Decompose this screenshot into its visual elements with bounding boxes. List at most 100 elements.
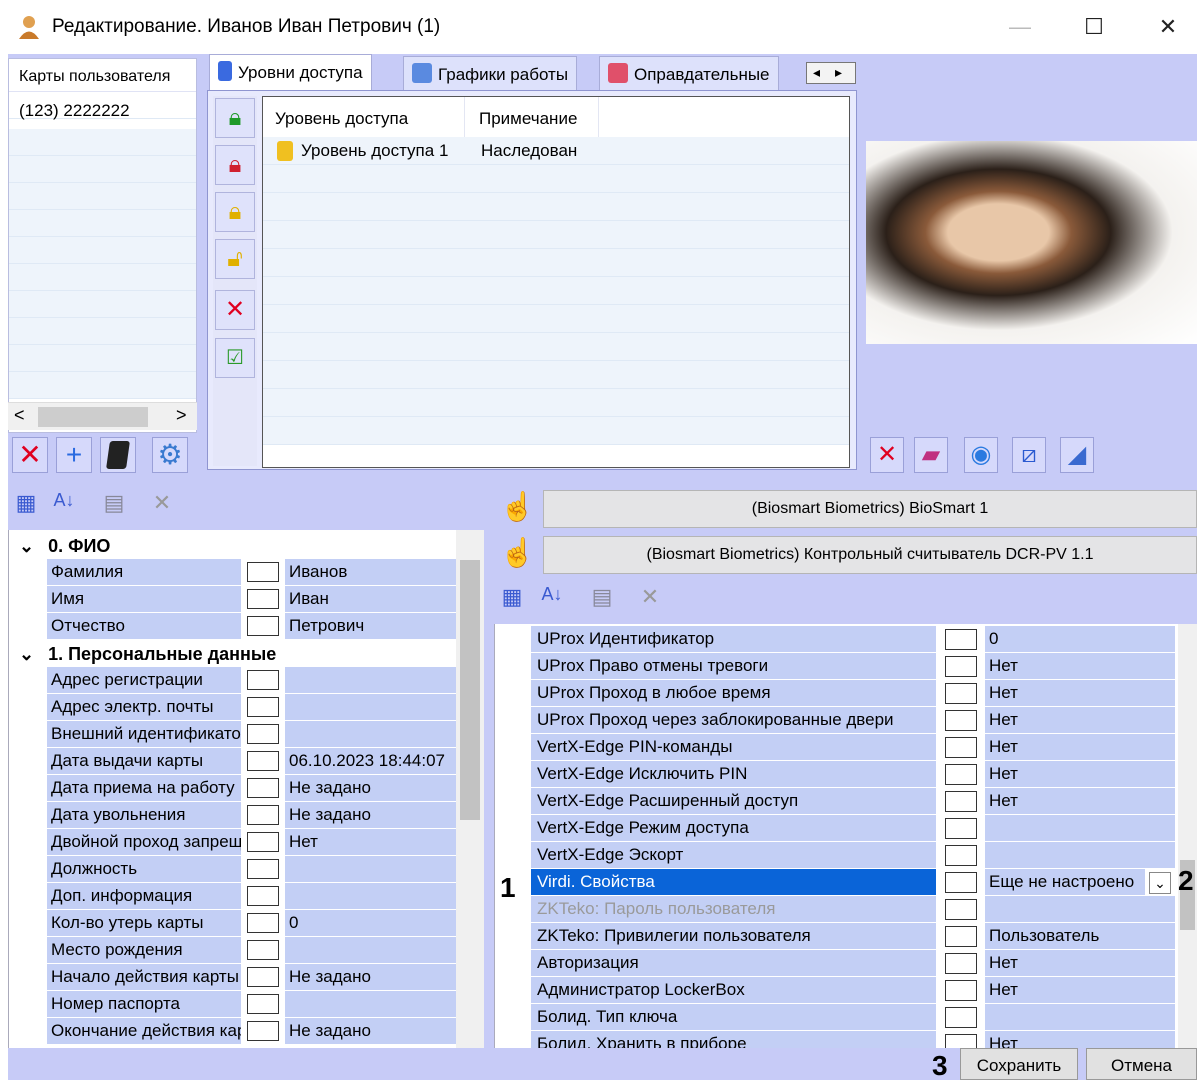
cards-horizontal-scrollbar[interactable]: < >	[8, 402, 197, 430]
grid-row[interactable]: VertX-Edge Расширенный доступ Нет	[495, 788, 1175, 815]
grid-row[interactable]: VertX-Edge Исключить PIN Нет	[495, 761, 1175, 788]
checkbox[interactable]	[247, 913, 279, 933]
grid-row[interactable]: Дата выдачи карты 06.10.2023 18:44:07	[9, 748, 465, 775]
grid-row[interactable]: Отчество Петрович	[9, 613, 465, 640]
column-header-level[interactable]: Уровень доступа	[275, 97, 465, 137]
maximize-button[interactable]: ☐	[1076, 10, 1112, 44]
grid-row[interactable]: ZKTeko: Пароль пользователя	[495, 896, 1175, 923]
grid-row[interactable]: UProx Право отмены тревоги Нет	[495, 653, 1175, 680]
grid-row[interactable]: Начало действия карты Не задано	[9, 964, 465, 991]
checkbox[interactable]	[247, 697, 279, 717]
lock-remove-icon[interactable]: 🔓︎	[215, 239, 255, 279]
checkbox[interactable]	[945, 710, 977, 731]
checklist-icon[interactable]: ☑	[215, 338, 255, 378]
grid-row[interactable]: Дата увольнения Не задано	[9, 802, 465, 829]
lock-green-icon[interactable]: 🔒︎	[215, 98, 255, 138]
grid-row[interactable]: Окончание действия картыНе задано	[9, 1018, 465, 1045]
categorized-view-icon[interactable]: ▦	[498, 584, 526, 616]
checkbox[interactable]	[945, 872, 977, 893]
right-grid-scrollbar[interactable]	[1178, 624, 1197, 1048]
scanner-icon[interactable]: ◢	[1060, 437, 1094, 473]
crop-icon[interactable]: ⧄	[1012, 437, 1046, 473]
clear-icon[interactable]: ✕	[636, 584, 664, 616]
checkbox[interactable]	[945, 1007, 977, 1028]
grid-row[interactable]: Адрес регистрации	[9, 667, 465, 694]
minimize-button[interactable]: —	[1002, 10, 1038, 44]
add-card-icon[interactable]: +	[56, 437, 92, 473]
device-dcr-button[interactable]: (Biosmart Biometrics) Контрольный считыв…	[543, 536, 1197, 574]
tab-access-levels[interactable]: Уровни доступа	[209, 54, 372, 92]
grid-row[interactable]: Фамилия Иванов	[9, 559, 465, 586]
grid-row[interactable]: VertX-Edge Эскорт	[495, 842, 1175, 869]
gear-icon[interactable]: ⚙	[152, 437, 188, 473]
grid-row[interactable]: Имя Иван	[9, 586, 465, 613]
grid-row[interactable]: UProx Идентификатор 0	[495, 626, 1175, 653]
checkbox[interactable]	[247, 886, 279, 906]
photo-card-icon[interactable]: ▰	[914, 437, 948, 473]
chevron-down-icon[interactable]: ⌄	[1149, 872, 1171, 894]
table-row[interactable]: Уровень доступа 1 Наследован	[263, 137, 849, 165]
sort-alpha-icon[interactable]: A↓	[50, 490, 78, 522]
grid-row[interactable]: Двойной проход запрещен Нет	[9, 829, 465, 856]
scroll-right-arrow[interactable]: >	[176, 405, 187, 426]
grid-row[interactable]: Внешний идентификатор	[9, 721, 465, 748]
category-fio[interactable]: ⌄ 0. ФИО	[9, 532, 465, 559]
grid-row[interactable]: Должность	[9, 856, 465, 883]
device-biosmart-button[interactable]: (Biosmart Biometrics) BioSmart 1	[543, 490, 1197, 528]
grid-row[interactable]: UProx Проход через заблокированные двери…	[495, 707, 1175, 734]
delete-icon[interactable]: ✕	[215, 290, 255, 330]
column-header-note[interactable]: Примечание	[467, 97, 599, 137]
save-button[interactable]: Сохранить	[960, 1048, 1078, 1080]
checkbox[interactable]	[247, 832, 279, 852]
checkbox[interactable]	[247, 1021, 279, 1041]
grid-row[interactable]: Администратор LockerBox Нет	[495, 977, 1175, 1004]
grid-row[interactable]: Болид. Хранить в приборе Нет	[495, 1031, 1175, 1048]
lock-yellow-icon[interactable]: 🔒︎	[215, 192, 255, 232]
checkbox[interactable]	[945, 953, 977, 974]
delete-card-icon[interactable]: ✕	[12, 437, 48, 473]
checkbox[interactable]	[247, 562, 279, 582]
close-button[interactable]: ✕	[1150, 10, 1186, 44]
clear-icon[interactable]: ✕	[148, 490, 176, 522]
property-pages-icon[interactable]: ▤	[588, 584, 616, 616]
checkbox[interactable]	[945, 737, 977, 758]
card-number[interactable]: (123) 2222222	[19, 101, 130, 121]
checkbox[interactable]	[945, 656, 977, 677]
checkbox[interactable]	[247, 589, 279, 609]
property-pages-icon[interactable]: ▤	[100, 490, 128, 522]
sort-alpha-icon[interactable]: A↓	[538, 584, 566, 616]
grid-row[interactable]: Номер паспорта	[9, 991, 465, 1018]
category-personal[interactable]: ⌄ 1. Персональные данные	[9, 640, 465, 667]
grid-row[interactable]: Адрес электр. почты	[9, 694, 465, 721]
delete-photo-icon[interactable]: ✕	[870, 437, 904, 473]
tab-scroll-right[interactable]: ▸	[835, 64, 842, 81]
card-reader-icon[interactable]	[100, 437, 136, 473]
checkbox[interactable]	[247, 778, 279, 798]
checkbox[interactable]	[945, 683, 977, 704]
grid-row[interactable]: Доп. информация	[9, 883, 465, 910]
tab-excuses[interactable]: Оправдательные	[599, 56, 779, 92]
checkbox[interactable]	[247, 940, 279, 960]
checkbox[interactable]	[945, 818, 977, 839]
checkbox[interactable]	[945, 845, 977, 866]
checkbox[interactable]	[945, 980, 977, 1001]
grid-row[interactable]: VertX-Edge Режим доступа	[495, 815, 1175, 842]
checkbox[interactable]	[945, 926, 977, 947]
checkbox[interactable]	[247, 967, 279, 987]
grid-row[interactable]: UProx Проход в любое время Нет	[495, 680, 1175, 707]
checkbox[interactable]	[945, 791, 977, 812]
checkbox[interactable]	[247, 724, 279, 744]
grid-row[interactable]: Дата приема на работу Не задано	[9, 775, 465, 802]
tab-schedules[interactable]: Графики работы	[403, 56, 578, 92]
lock-red-icon[interactable]: 🔒︎	[215, 145, 255, 185]
cancel-button[interactable]: Отмена	[1086, 1048, 1197, 1080]
checkbox[interactable]	[945, 899, 977, 920]
camera-icon[interactable]: ◉	[964, 437, 998, 473]
checkbox[interactable]	[247, 616, 279, 636]
grid-row[interactable]: Болид. Тип ключа	[495, 1004, 1175, 1031]
checkbox[interactable]	[247, 751, 279, 771]
checkbox[interactable]	[247, 859, 279, 879]
checkbox[interactable]	[247, 994, 279, 1014]
checkbox[interactable]	[945, 764, 977, 785]
grid-row[interactable]: VertX-Edge PIN-команды Нет	[495, 734, 1175, 761]
